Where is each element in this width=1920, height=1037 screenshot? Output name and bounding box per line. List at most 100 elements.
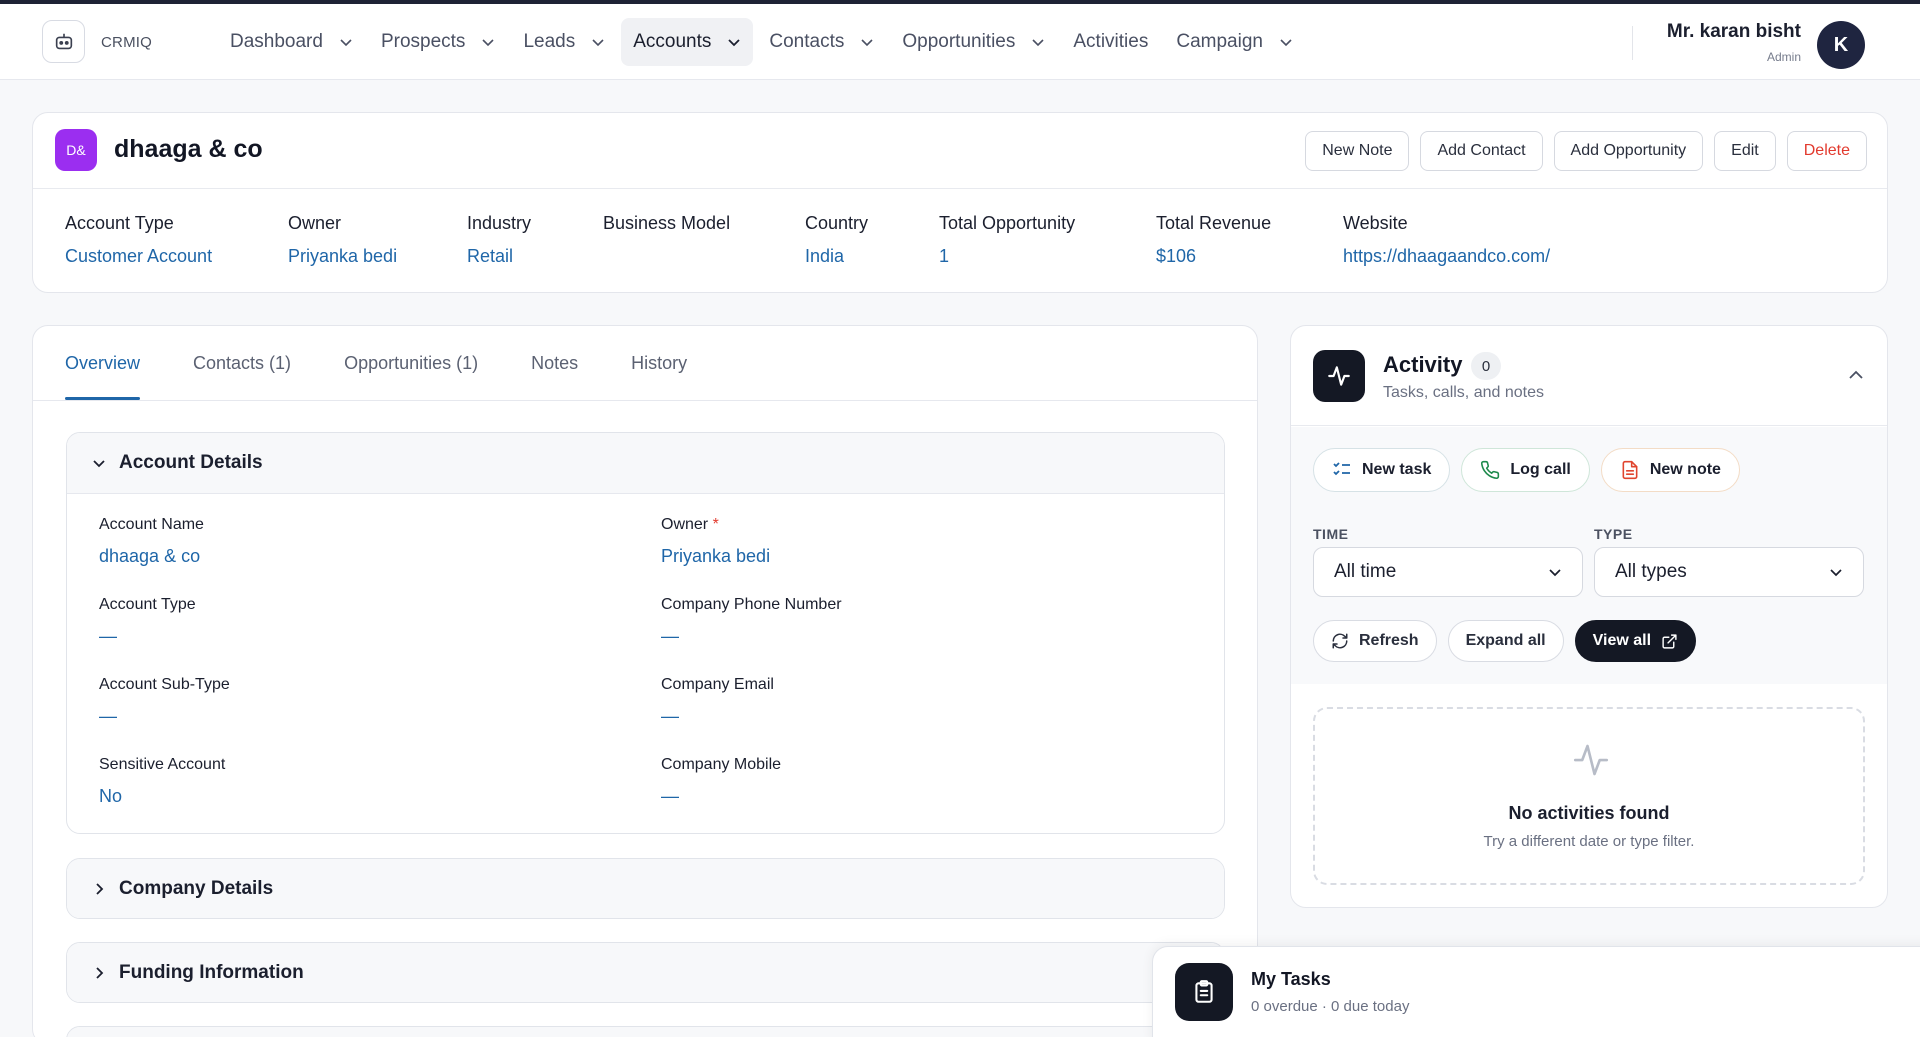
summary-label: Industry <box>467 213 532 233</box>
summary-owner: Owner Priyanka bedi <box>288 213 467 267</box>
new-note-button[interactable]: New Note <box>1305 131 1410 171</box>
edit-button[interactable]: Edit <box>1714 131 1776 171</box>
nav-activities[interactable]: Activities <box>1061 18 1160 66</box>
nav-dashboard[interactable]: Dashboard <box>218 18 365 66</box>
chevron-down-icon[interactable] <box>481 35 495 49</box>
summary-label: Total Opportunity <box>939 213 1076 233</box>
refresh-button[interactable]: Refresh <box>1313 620 1437 662</box>
chevron-down-icon[interactable] <box>1031 35 1045 49</box>
nav-label: Opportunities <box>902 31 1016 52</box>
chevron-down-icon[interactable] <box>591 35 605 49</box>
summary-value[interactable]: Priyanka bedi <box>288 246 467 267</box>
nav-contacts[interactable]: Contacts <box>757 18 886 66</box>
field-value[interactable]: Priyanka bedi <box>661 546 770 567</box>
section-title: Company Details <box>119 878 274 899</box>
my-tasks-title: My Tasks <box>1251 969 1331 989</box>
expand-all-button[interactable]: Expand all <box>1447 620 1564 662</box>
field-account-sub-type: Account Sub-Type — <box>99 676 230 727</box>
nav-accounts[interactable]: Accounts <box>621 18 754 66</box>
chevron-down-icon <box>93 460 105 468</box>
field-company-phone: Company Phone Number — <box>661 596 842 647</box>
nav-label: Dashboard <box>230 31 323 52</box>
main-nav: Dashboard Prospects Leads Accounts Conta… <box>218 18 1309 66</box>
funding-information-header[interactable]: Funding Information <box>67 943 1224 1002</box>
nav-label: Campaign <box>1176 31 1263 52</box>
field-label: Account Type <box>99 596 196 613</box>
summary-account-type: Account Type Customer Account <box>65 213 288 267</box>
required-mark: * <box>712 516 719 533</box>
new-note-activity-button[interactable]: New note <box>1600 448 1740 492</box>
chevron-down-icon[interactable] <box>860 35 874 49</box>
summary-website: Website https://dhaagaandco.com/ <box>1343 213 1550 267</box>
summary-total-opportunity: Total Opportunity 1 <box>939 213 1156 267</box>
field-value: — <box>661 786 679 806</box>
add-contact-button[interactable]: Add Contact <box>1420 131 1543 171</box>
app-logo-icon[interactable] <box>42 20 85 63</box>
account-main-card: Overview Contacts (1) Opportunities (1) … <box>32 325 1258 1037</box>
my-tasks-widget[interactable]: My Tasks 0 overdue · 0 due today <box>1152 946 1920 1037</box>
nav-campaign[interactable]: Campaign <box>1164 18 1305 66</box>
external-link-icon <box>1662 633 1677 649</box>
user-name[interactable]: Mr. karan bisht <box>1667 21 1801 43</box>
summary-label: Account Type <box>65 213 174 233</box>
my-tasks-subtitle: 0 overdue · 0 due today <box>1251 998 1410 1015</box>
activity-title: Activity <box>1383 352 1463 377</box>
chevron-down-icon[interactable] <box>1279 35 1293 49</box>
tab-opportunities[interactable]: Opportunities (1) <box>344 326 478 400</box>
tabs-divider <box>33 400 1257 401</box>
field-owner: Owner * Priyanka bedi <box>661 516 770 567</box>
field-label: Account Sub-Type <box>99 676 230 693</box>
empty-state-subtitle: Try a different date or type filter. <box>1483 833 1695 850</box>
avatar[interactable]: K <box>1817 21 1865 69</box>
summary-value: 1 <box>939 246 950 266</box>
tab-overview[interactable]: Overview <box>65 326 141 400</box>
activity-count-badge: 0 <box>1471 352 1501 380</box>
nav-label: Leads <box>523 31 576 52</box>
account-avatar: D& <box>55 129 97 171</box>
activity-panel: Activity 0 Tasks, calls, and notes New t… <box>1290 325 1888 908</box>
summary-label: Business Model <box>603 213 731 233</box>
chevron-down-icon <box>1549 569 1561 577</box>
nav-prospects[interactable]: Prospects <box>369 18 507 66</box>
chevron-down-icon[interactable] <box>339 35 353 49</box>
new-note-label: New note <box>1649 461 1721 478</box>
phone-icon <box>1481 460 1500 480</box>
view-all-button[interactable]: View all <box>1574 620 1697 662</box>
field-value: dhaaga & co <box>99 546 201 566</box>
tab-history[interactable]: History <box>631 326 687 400</box>
new-task-button[interactable]: New task <box>1313 448 1451 492</box>
activity-quick-actions: New task Log call New note <box>1313 448 1740 492</box>
summary-value: Customer Account <box>65 246 213 266</box>
nav-label: Accounts <box>633 31 712 52</box>
summary-value: Retail <box>467 246 514 266</box>
view-all-label: View all <box>1592 632 1652 649</box>
refresh-icon <box>1332 633 1348 649</box>
nav-leads[interactable]: Leads <box>511 18 617 66</box>
field-value: — <box>661 626 679 646</box>
top-navigation-bar: CRMIQ Dashboard Prospects Leads Accounts… <box>0 0 1920 80</box>
account-details-header[interactable]: Account Details <box>67 433 1224 493</box>
delete-button[interactable]: Delete <box>1786 131 1867 171</box>
time-filter-select[interactable]: All time <box>1313 547 1583 597</box>
log-call-button[interactable]: Log call <box>1461 448 1590 492</box>
chevron-down-icon[interactable] <box>727 35 741 49</box>
section-title: Funding Information <box>119 962 304 983</box>
add-opportunity-button[interactable]: Add Opportunity <box>1553 131 1704 171</box>
field-value: — <box>99 626 117 646</box>
summary-total-revenue: Total Revenue $106 <box>1156 213 1343 267</box>
new-task-label: New task <box>1362 461 1432 478</box>
website-link[interactable]: https://dhaagaandco.com/ <box>1343 246 1550 267</box>
collapsed-section-header[interactable] <box>67 1027 1224 1037</box>
document-icon <box>1622 460 1638 480</box>
nav-label: Contacts <box>769 31 845 52</box>
tab-notes[interactable]: Notes <box>531 326 578 400</box>
nav-opportunities[interactable]: Opportunities <box>890 18 1057 66</box>
chevron-up-icon[interactable] <box>1847 366 1865 384</box>
tab-contacts[interactable]: Contacts (1) <box>193 326 291 400</box>
type-filter-select[interactable]: All types <box>1594 547 1864 597</box>
log-call-label: Log call <box>1510 461 1571 478</box>
summary-label: Total Revenue <box>1156 213 1272 233</box>
company-details-section: Company Details <box>66 858 1225 919</box>
summary-industry: Industry Retail <box>467 213 603 267</box>
company-details-header[interactable]: Company Details <box>67 859 1224 918</box>
